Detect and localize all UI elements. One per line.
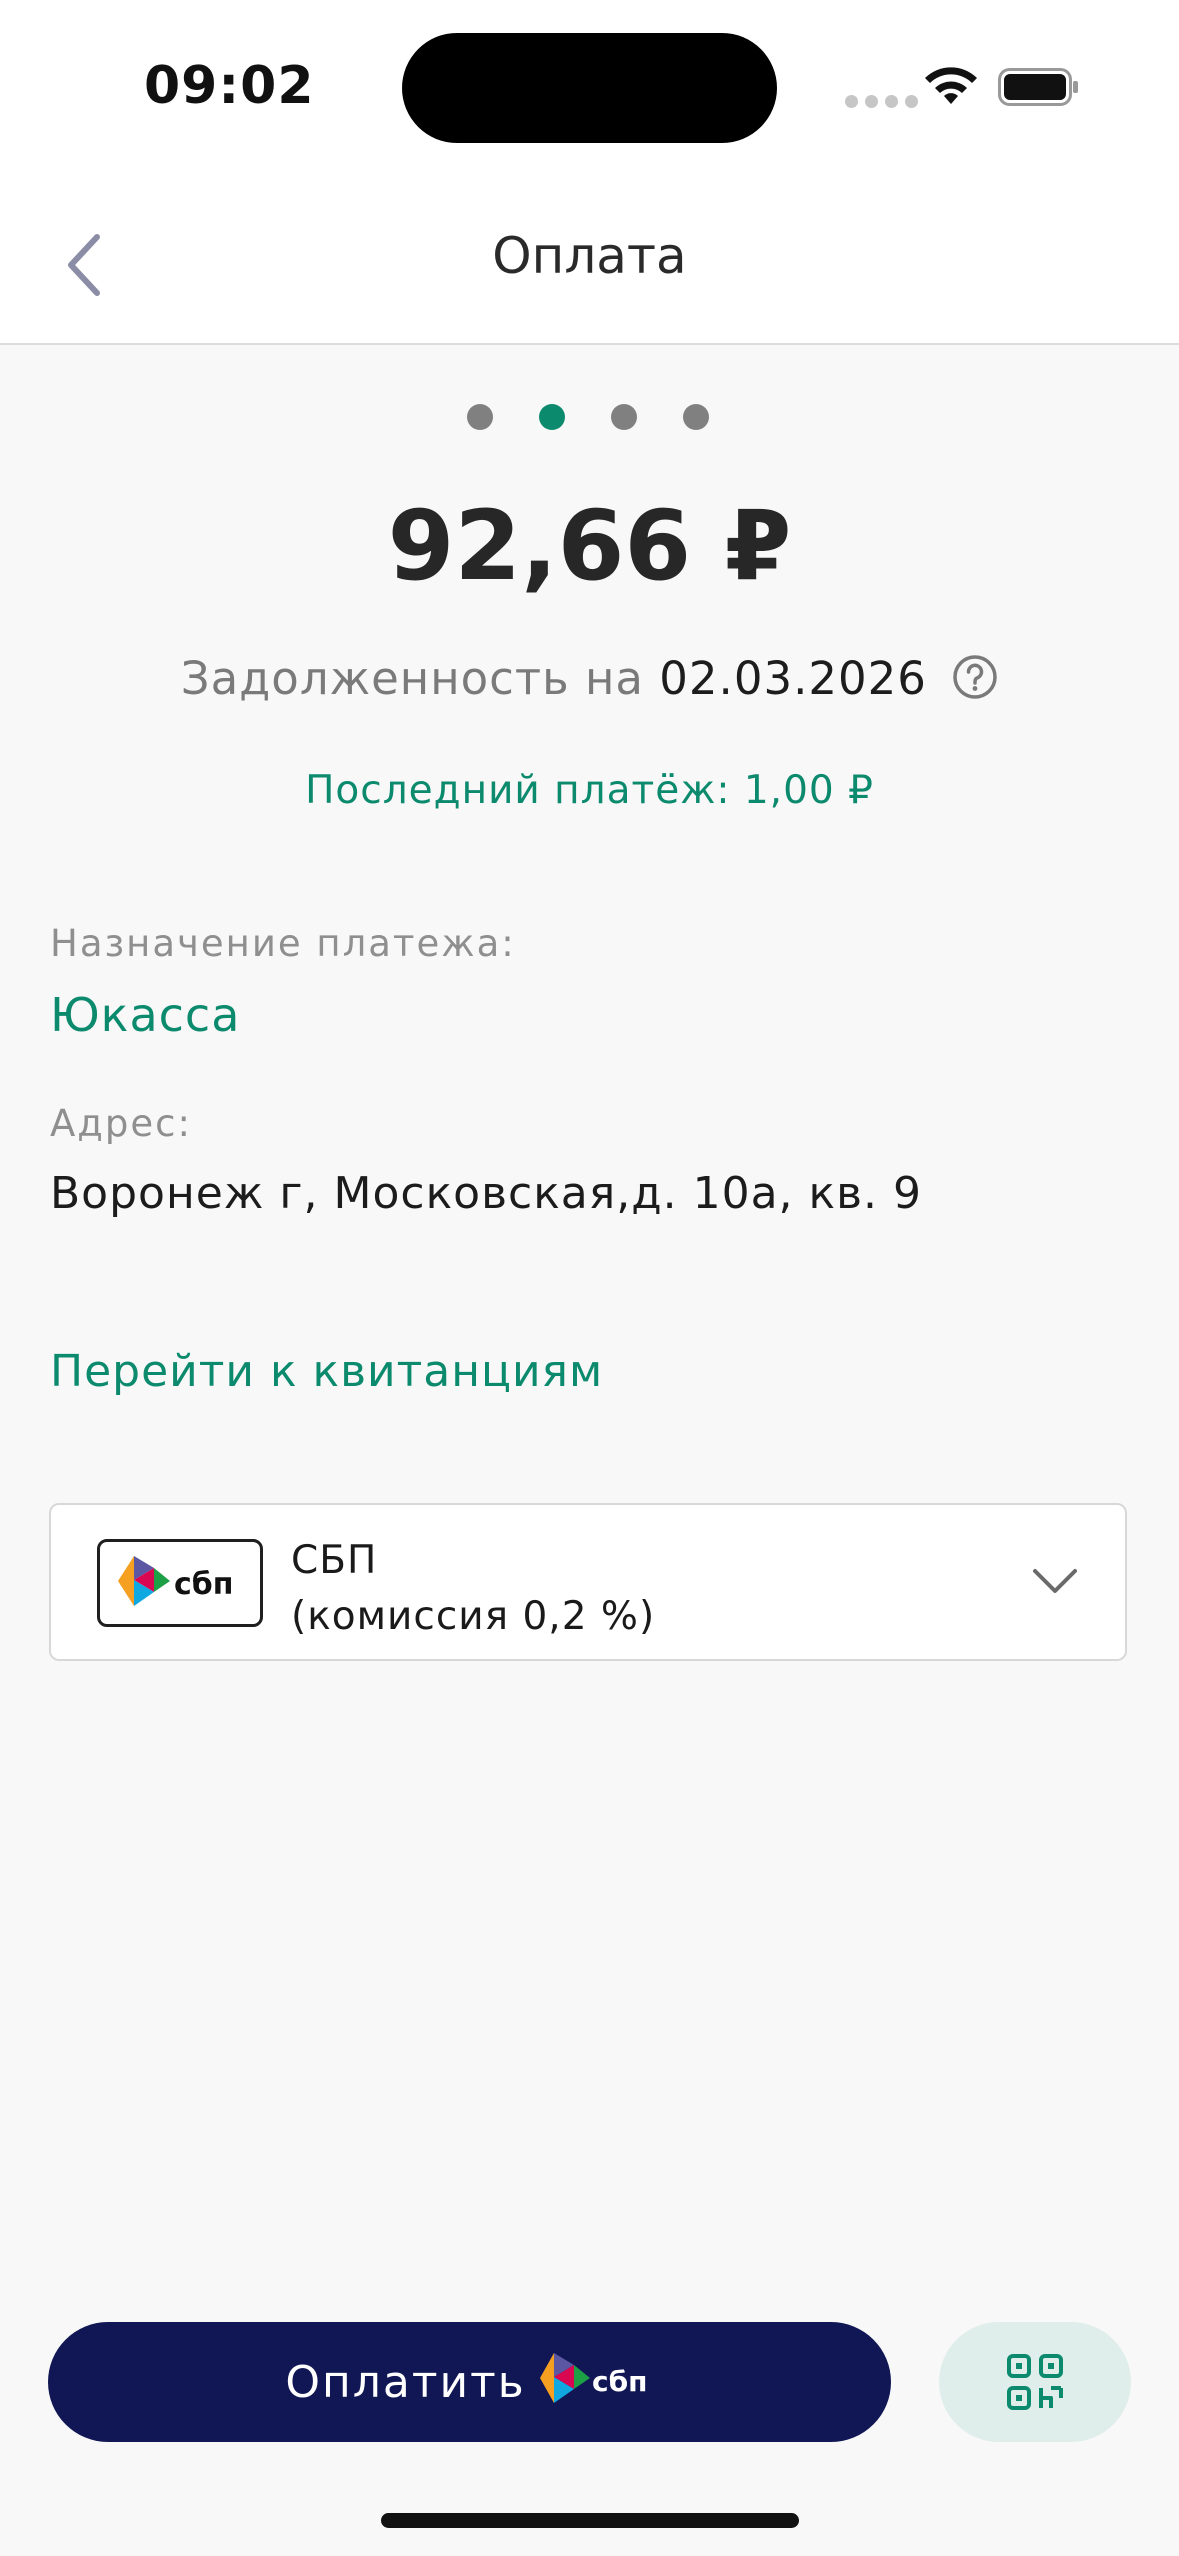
page-dot[interactable] bbox=[467, 404, 493, 430]
purpose-value: Юкасса bbox=[50, 988, 241, 1042]
debt-label: Задолженность на bbox=[180, 652, 644, 705]
last-payment: Последний платёж: 1,00 ₽ bbox=[305, 768, 874, 813]
status-time: 09:02 bbox=[144, 56, 315, 116]
sbp-logo-text: сбп bbox=[174, 1567, 233, 1602]
payment-method-text: СБП (комиссия 0,2 %) bbox=[291, 1533, 655, 1645]
pay-button-label: Оплатить bbox=[285, 2356, 526, 2408]
qr-code-icon bbox=[1007, 2354, 1063, 2410]
cellular-signal-icon bbox=[845, 95, 918, 108]
dynamic-island bbox=[402, 33, 777, 143]
chevron-down-icon bbox=[1033, 1569, 1077, 1593]
payment-amount: 92,66 ₽ bbox=[387, 490, 792, 602]
page-dot-active[interactable] bbox=[539, 404, 565, 430]
page-indicator[interactable] bbox=[467, 404, 709, 430]
sbp-logo: сбп bbox=[97, 1539, 263, 1627]
navigation-bar: Оплата bbox=[0, 175, 1179, 345]
wifi-icon bbox=[925, 67, 977, 104]
page-dot[interactable] bbox=[683, 404, 709, 430]
sbp-logo-icon: сбп bbox=[539, 2353, 648, 2403]
pay-logo-text: сбп bbox=[592, 2365, 648, 2398]
battery-icon bbox=[998, 68, 1078, 106]
qr-scan-button[interactable] bbox=[939, 2322, 1131, 2442]
question-circle-icon[interactable] bbox=[952, 654, 998, 700]
debt-date: 02.03.2026 bbox=[659, 652, 927, 705]
payment-method-commission: (комиссия 0,2 %) bbox=[291, 1594, 656, 1639]
purpose-label: Назначение платежа: bbox=[50, 922, 516, 965]
status-bar: 09:02 bbox=[0, 0, 1179, 175]
page-title: Оплата bbox=[492, 227, 687, 285]
sbp-logo-icon: сбп bbox=[118, 1556, 233, 1606]
home-indicator bbox=[381, 2513, 799, 2528]
payment-method-name: СБП bbox=[291, 1538, 378, 1583]
pay-button[interactable]: Оплатить сбп bbox=[48, 2322, 891, 2442]
receipts-link[interactable]: Перейти к квитанциям bbox=[50, 1346, 603, 1397]
payment-method-select[interactable]: сбп СБП (комиссия 0,2 %) bbox=[49, 1503, 1127, 1661]
address-value: Воронеж г, Московская,д. 10а, кв. 9 bbox=[50, 1168, 922, 1219]
page-dot[interactable] bbox=[611, 404, 637, 430]
debt-date-line: Задолженность на 02.03.2026 bbox=[0, 652, 1179, 705]
address-label: Адрес: bbox=[50, 1102, 192, 1145]
